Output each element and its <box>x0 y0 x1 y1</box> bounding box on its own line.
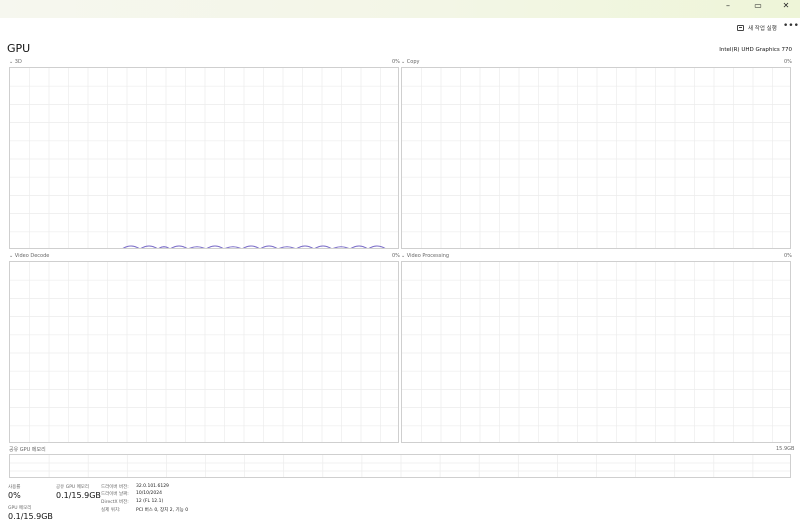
engine-copy-percent: 0% <box>784 59 792 65</box>
page-title: GPU <box>7 42 31 55</box>
run-new-task-label: 새 작업 실행 <box>748 26 777 32</box>
engine-3d-label[interactable]: ⌄ 3D <box>9 59 22 65</box>
physical-location-value: PCI 버스 0, 장치 2, 기능 0 <box>136 508 189 513</box>
more-options-button[interactable]: ••• <box>783 21 799 33</box>
engine-video-decode-label[interactable]: ⌄ Video Decode <box>9 253 49 259</box>
gpu-memory-label: GPU 메모리 <box>8 506 32 511</box>
engine-3d-graph <box>9 67 399 249</box>
shared-memory-graph <box>9 454 791 478</box>
gpu-memory-value: 0.1/15.9GB <box>8 512 53 521</box>
maximize-button[interactable]: ▭ <box>744 0 772 14</box>
engine-video-processing-graph <box>401 261 791 443</box>
utilization-value: 0% <box>8 491 21 500</box>
engine-video-processing-percent: 0% <box>784 253 792 259</box>
title-bar: – ▭ ✕ <box>0 0 800 18</box>
directx-version-value: 12 (FL 12.1) <box>136 499 164 504</box>
engine-3d-percent: 0% <box>392 59 400 65</box>
engine-video-processing-label[interactable]: ⌄ Video Processing <box>401 253 449 259</box>
shared-memory-stat-label: 공유 GPU 메모리 <box>56 485 90 490</box>
shared-memory-graph-label: 공유 GPU 메모리 <box>9 447 46 453</box>
driver-version-label: 드라이버 버전: <box>101 485 129 490</box>
graph-grid <box>10 455 790 477</box>
run-task-icon <box>737 25 744 31</box>
physical-location-label: 실제 위치: <box>101 508 121 513</box>
engine-copy-label[interactable]: ⌄ Copy <box>401 59 419 65</box>
toolbar: 새 작업 실행 ••• <box>0 18 800 38</box>
utilization-label: 사용률 <box>8 485 21 490</box>
graph-grid <box>10 262 398 442</box>
engine-video-decode-percent: 0% <box>392 253 400 259</box>
gpu-device-name: Intel(R) UHD Graphics 770 <box>719 47 792 53</box>
shared-memory-max: 15.9GB <box>776 446 795 452</box>
directx-version-label: DirectX 버전: <box>101 500 129 505</box>
engine-video-decode-graph <box>9 261 399 443</box>
usage-line <box>122 245 386 248</box>
close-button[interactable]: ✕ <box>772 0 800 14</box>
engine-copy-graph <box>401 67 791 249</box>
driver-date-value: 10/10/2024 <box>136 491 162 496</box>
run-new-task-button[interactable]: 새 작업 실행 <box>737 22 777 34</box>
driver-date-label: 드라이버 날짜: <box>101 492 129 497</box>
minimize-button[interactable]: – <box>714 0 742 14</box>
shared-memory-stat-value: 0.1/15.9GB <box>56 491 101 500</box>
graph-grid <box>402 68 790 248</box>
graph-grid <box>402 262 790 442</box>
driver-version-value: 32.0.101.6129 <box>136 484 169 489</box>
